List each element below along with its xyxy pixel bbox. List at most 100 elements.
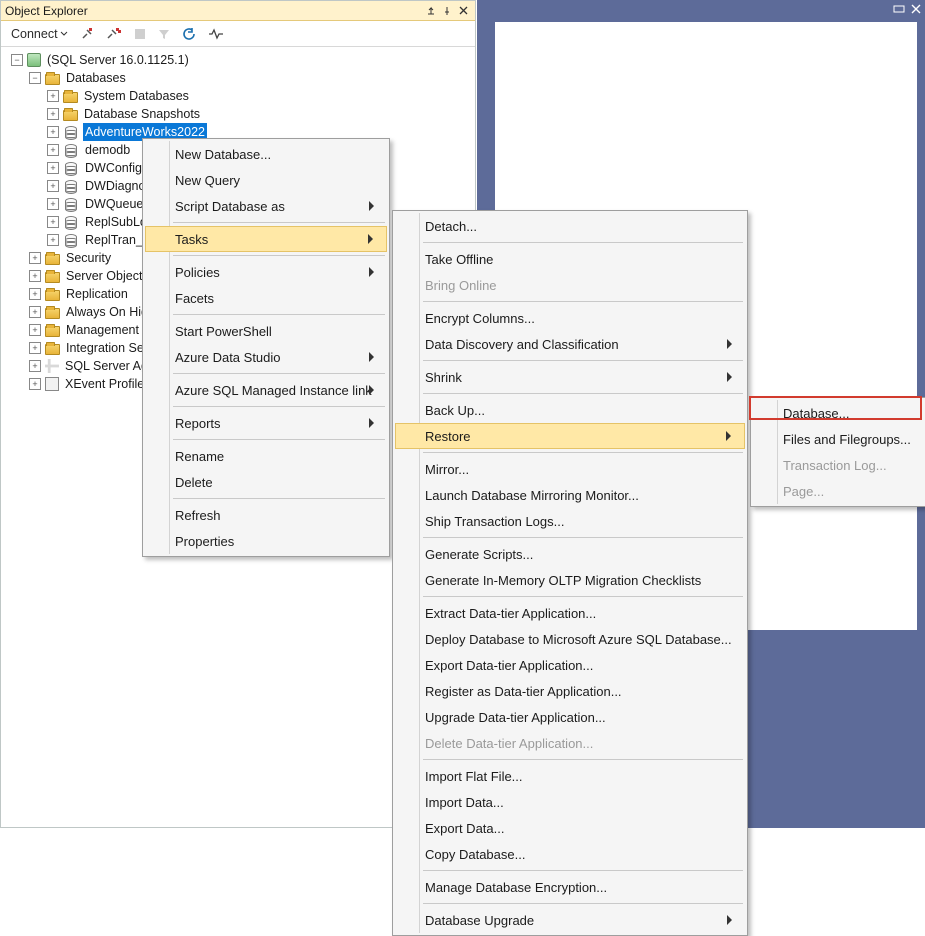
menu-label: Launch Database Mirroring Monitor... — [425, 488, 639, 503]
expand-icon[interactable]: + — [29, 360, 41, 372]
menu-extract-dac[interactable]: Extract Data-tier Application... — [395, 600, 745, 626]
menu-encrypt-columns[interactable]: Encrypt Columns... — [395, 305, 745, 331]
folder-icon — [45, 308, 60, 319]
folder-icon — [63, 92, 78, 103]
connect-button[interactable]: Connect — [7, 24, 72, 44]
expand-icon[interactable]: + — [29, 324, 41, 336]
agent-icon — [45, 359, 59, 373]
menu-take-offline[interactable]: Take Offline — [395, 246, 745, 272]
close-icon[interactable] — [455, 3, 471, 19]
tree-databases[interactable]: − Databases — [29, 69, 475, 87]
folder-icon — [45, 74, 60, 85]
menu-start-powershell[interactable]: Start PowerShell — [145, 318, 387, 344]
menu-data-discovery[interactable]: Data Discovery and Classification — [395, 331, 745, 357]
expand-icon[interactable]: + — [29, 378, 41, 390]
expand-icon[interactable]: + — [47, 126, 59, 138]
menu-properties[interactable]: Properties — [145, 528, 387, 554]
menu-rename[interactable]: Rename — [145, 443, 387, 469]
window-position-icon[interactable] — [423, 3, 439, 19]
menu-delete[interactable]: Delete — [145, 469, 387, 495]
window-position-icon[interactable] — [893, 3, 905, 18]
expand-icon[interactable]: + — [29, 270, 41, 282]
menu-register-dac[interactable]: Register as Data-tier Application... — [395, 678, 745, 704]
expand-icon[interactable]: + — [47, 90, 59, 102]
menu-upgrade-dac[interactable]: Upgrade Data-tier Application... — [395, 704, 745, 730]
menu-generate-scripts[interactable]: Generate Scripts... — [395, 541, 745, 567]
expand-icon[interactable]: + — [47, 180, 59, 192]
expand-icon[interactable]: + — [47, 234, 59, 246]
collapse-icon[interactable]: − — [29, 72, 41, 84]
menu-copy-database[interactable]: Copy Database... — [395, 841, 745, 867]
menu-separator — [423, 903, 743, 904]
menu-new-query[interactable]: New Query — [145, 167, 387, 193]
tree-label: Replication — [64, 285, 130, 303]
menu-label: Bring Online — [425, 278, 497, 293]
xevent-icon — [45, 377, 59, 391]
menu-restore-files-filegroups[interactable]: Files and Filegroups... — [753, 426, 923, 452]
expand-icon[interactable]: + — [47, 198, 59, 210]
menu-import-data[interactable]: Import Data... — [395, 789, 745, 815]
disconnect-icon[interactable] — [76, 24, 98, 44]
expand-icon[interactable]: + — [29, 252, 41, 264]
expand-icon[interactable]: + — [29, 288, 41, 300]
menu-label: Tasks — [175, 232, 208, 247]
expand-icon[interactable]: + — [29, 306, 41, 318]
menu-script-database[interactable]: Script Database as — [145, 193, 387, 219]
tree-snapshots[interactable]: +Database Snapshots — [47, 105, 475, 123]
menu-ami-link[interactable]: Azure SQL Managed Instance link — [145, 377, 387, 403]
menu-restore[interactable]: Restore — [395, 423, 745, 449]
menu-separator — [173, 439, 385, 440]
stop-icon[interactable] — [130, 24, 150, 44]
menu-label: Delete Data-tier Application... — [425, 736, 593, 751]
folder-icon — [45, 344, 60, 355]
menu-import-flat-file[interactable]: Import Flat File... — [395, 763, 745, 789]
tree-label: DWDiagno — [83, 177, 147, 195]
menu-refresh[interactable]: Refresh — [145, 502, 387, 528]
expand-icon[interactable]: + — [47, 144, 59, 156]
folder-icon — [45, 254, 60, 265]
menu-label: Data Discovery and Classification — [425, 337, 619, 352]
tree-label: DWConfig — [83, 159, 144, 177]
menu-facets[interactable]: Facets — [145, 285, 387, 311]
menu-database-upgrade[interactable]: Database Upgrade — [395, 907, 745, 933]
menu-deploy-azure[interactable]: Deploy Database to Microsoft Azure SQL D… — [395, 626, 745, 652]
menu-launch-mirror-monitor[interactable]: Launch Database Mirroring Monitor... — [395, 482, 745, 508]
tree-label: (SQL Server 16.0.1125.1) — [45, 51, 191, 69]
editor-titlebar — [477, 0, 925, 20]
menu-tasks[interactable]: Tasks — [145, 226, 387, 252]
menu-restore-database[interactable]: Database... — [753, 400, 923, 426]
menu-policies[interactable]: Policies — [145, 259, 387, 285]
close-icon[interactable] — [911, 3, 921, 17]
menu-new-database[interactable]: New Database... — [145, 141, 387, 167]
menu-ship-transaction-logs[interactable]: Ship Transaction Logs... — [395, 508, 745, 534]
folder-icon — [45, 272, 60, 283]
menu-mirror[interactable]: Mirror... — [395, 456, 745, 482]
collapse-icon[interactable]: − — [11, 54, 23, 66]
refresh-icon[interactable] — [178, 24, 200, 44]
expand-icon[interactable]: + — [47, 108, 59, 120]
expand-icon[interactable]: + — [29, 342, 41, 354]
menu-export-dac[interactable]: Export Data-tier Application... — [395, 652, 745, 678]
expand-icon[interactable]: + — [47, 162, 59, 174]
tree-label: SQL Server Ag — [63, 357, 150, 375]
menu-export-data[interactable]: Export Data... — [395, 815, 745, 841]
expand-icon[interactable]: + — [47, 216, 59, 228]
filter-icon[interactable] — [154, 24, 174, 44]
menu-oltp-checklists[interactable]: Generate In-Memory OLTP Migration Checkl… — [395, 567, 745, 593]
submenu-arrow-icon — [368, 234, 378, 244]
pin-icon[interactable] — [439, 3, 455, 19]
activity-icon[interactable] — [204, 24, 228, 44]
menu-azure-data-studio[interactable]: Azure Data Studio — [145, 344, 387, 370]
menu-backup[interactable]: Back Up... — [395, 397, 745, 423]
menu-detach[interactable]: Detach... — [395, 213, 745, 239]
menu-label: Register as Data-tier Application... — [425, 684, 622, 699]
menu-shrink[interactable]: Shrink — [395, 364, 745, 390]
disconnect-all-icon[interactable] — [102, 24, 126, 44]
tree-sysdb[interactable]: +System Databases — [47, 87, 475, 105]
menu-label: Generate In-Memory OLTP Migration Checkl… — [425, 573, 701, 588]
panel-title: Object Explorer — [5, 4, 423, 18]
menu-manage-encryption[interactable]: Manage Database Encryption... — [395, 874, 745, 900]
menu-reports[interactable]: Reports — [145, 410, 387, 436]
menu-label: Page... — [783, 484, 824, 499]
tree-server[interactable]: − (SQL Server 16.0.1125.1) — [11, 51, 475, 69]
